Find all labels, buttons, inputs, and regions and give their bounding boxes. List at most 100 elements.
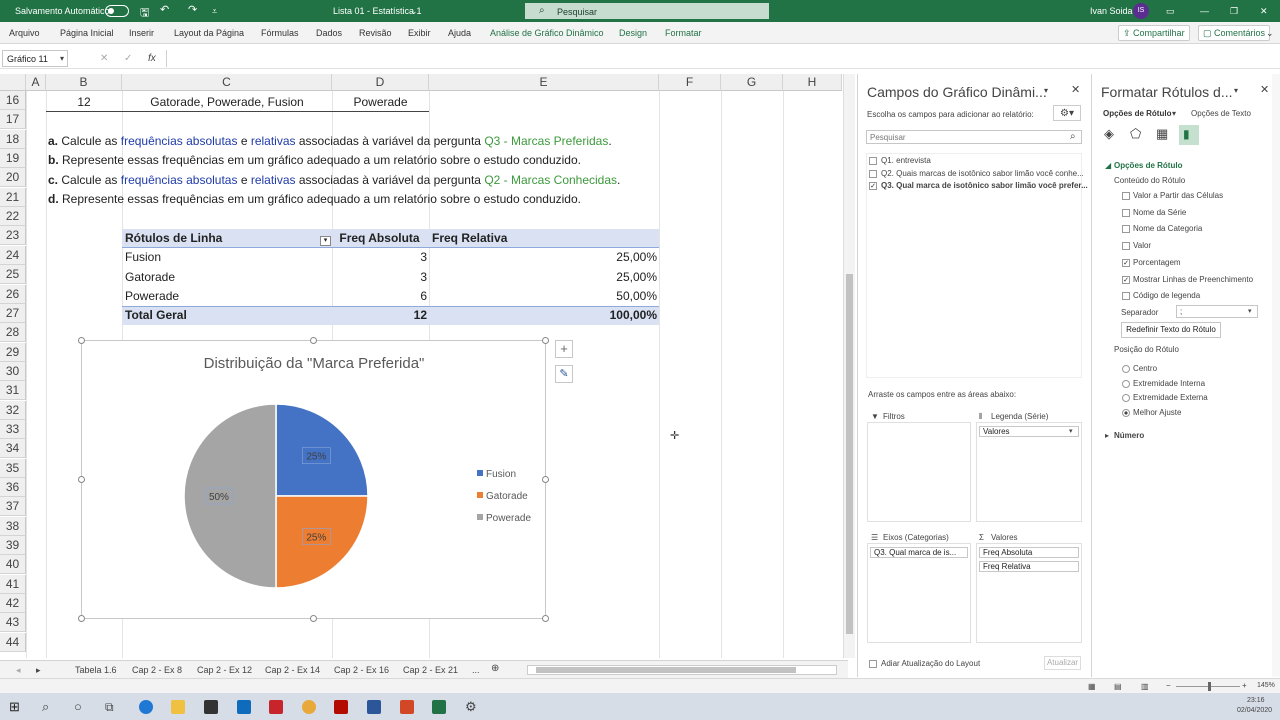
normal-view-icon[interactable]: ▦ <box>1088 682 1096 691</box>
field-label[interactable]: Q2. Quais marcas de isotônico sabor limã… <box>881 169 1084 178</box>
question-d[interactable]: d. Represente essas frequências em um gr… <box>48 190 581 209</box>
position-label[interactable]: Centro <box>1133 364 1157 373</box>
autosave-toggle[interactable] <box>105 5 129 17</box>
row-header[interactable]: 18 <box>0 129 26 149</box>
row-header[interactable]: 20 <box>0 168 26 188</box>
legend-swatch[interactable] <box>477 514 483 520</box>
row-header[interactable]: 30 <box>0 361 26 381</box>
panel-scrollbar[interactable] <box>1272 74 1280 677</box>
row-header[interactable]: 27 <box>0 303 26 323</box>
option-checkbox[interactable]: ✓ <box>1122 258 1130 267</box>
field-checkbox[interactable] <box>869 157 877 165</box>
pivot-chart[interactable]: Distribuição da "Marca Preferida" 25% 25%… <box>81 340 546 619</box>
row-header[interactable]: 33 <box>0 419 26 439</box>
question-a[interactable]: a. Calcule as frequências absolutas e re… <box>48 132 612 151</box>
bar-chart-icon[interactable]: ▮ <box>1179 125 1199 145</box>
values-item[interactable]: Freq Absoluta <box>979 547 1079 558</box>
ribbon-display-icon[interactable]: ▭ <box>1166 6 1175 17</box>
resize-handle[interactable] <box>78 337 85 344</box>
column-header-b[interactable]: B <box>46 74 122 91</box>
position-label[interactable]: Extremidade Externa <box>1133 393 1208 402</box>
tab-dados[interactable]: Dados <box>316 28 342 38</box>
page-layout-icon[interactable]: ▤ <box>1114 682 1122 691</box>
effects-icon[interactable]: ⬠ <box>1130 126 1141 142</box>
row-header[interactable]: 35 <box>0 458 26 478</box>
column-header-a[interactable]: A <box>26 74 46 91</box>
data-label[interactable]: 25% <box>306 452 326 463</box>
position-label[interactable]: Extremidade Interna <box>1133 379 1205 388</box>
formula-input[interactable] <box>170 50 1270 67</box>
pivot-total-label[interactable]: Total Geral <box>125 306 187 325</box>
tab-design[interactable]: Design <box>619 28 647 38</box>
pdf-reader-icon[interactable] <box>269 700 283 714</box>
row-header[interactable]: 42 <box>0 594 26 614</box>
task-view-icon[interactable]: ⧉ <box>105 700 114 715</box>
tab-revisao[interactable]: Revisão <box>359 28 392 38</box>
tab-pagina-inicial[interactable]: Página Inicial <box>60 28 114 38</box>
title-dropdown-icon[interactable]: ⌄ <box>410 6 418 17</box>
tab-analise-grafico[interactable]: Análise de Gráfico Dinâmico <box>490 28 604 38</box>
row-header[interactable]: 29 <box>0 342 26 362</box>
tab-ajuda[interactable]: Ajuda <box>448 28 471 38</box>
pie-group[interactable]: 25% 25% 50% <box>183 403 369 589</box>
defer-update-checkbox[interactable] <box>869 660 877 668</box>
row-header[interactable]: 17 <box>0 110 26 130</box>
option-checkbox[interactable] <box>1122 225 1130 234</box>
pivot-row-abs[interactable]: 3 <box>332 268 427 287</box>
share-button[interactable]: ⇪ Compartilhar <box>1118 25 1190 41</box>
section-title[interactable]: Opções de Rótulo <box>1114 161 1182 170</box>
row-header[interactable]: 31 <box>0 381 26 401</box>
option-checkbox[interactable] <box>1122 192 1130 200</box>
resize-handle[interactable] <box>542 615 549 622</box>
search-icon[interactable]: ⌕ <box>42 699 49 715</box>
sheet-tab[interactable]: Cap 2 - Ex 16 <box>334 665 389 675</box>
row-header[interactable]: 40 <box>0 555 26 575</box>
expand-number-icon[interactable]: ▸ <box>1105 431 1109 440</box>
row-header[interactable]: 36 <box>0 478 26 497</box>
legend-label[interactable]: Fusion <box>486 469 516 480</box>
tab-text-options[interactable]: Opções de Texto <box>1191 109 1251 118</box>
chart-styles-brush-icon[interactable]: ✎ <box>555 365 573 383</box>
panel-close-icon[interactable]: ✕ <box>1071 83 1080 96</box>
option-label[interactable]: Valor a Partir das Células <box>1133 191 1223 200</box>
legend-label[interactable]: Gatorade <box>486 491 528 502</box>
axes-item[interactable]: Q3. Qual marca de is... <box>870 547 968 558</box>
gear-icon[interactable]: ⚙▾ <box>1053 105 1081 121</box>
ribbon-collapse-icon[interactable]: ⌄ <box>1266 28 1274 39</box>
restore-icon[interactable]: ❐ <box>1230 6 1238 17</box>
vertical-scrollbar[interactable] <box>843 74 855 658</box>
row-header[interactable]: 16 <box>0 91 26 110</box>
pivot-filter-icon[interactable]: ▾ <box>320 236 331 246</box>
tab-exibir[interactable]: Exibir <box>408 28 431 38</box>
tab-inserir[interactable]: Inserir <box>129 28 154 38</box>
pivot-total-abs[interactable]: 12 <box>332 306 427 325</box>
chart-title[interactable]: Distribuição da "Marca Preferida" <box>204 355 425 372</box>
cortana-icon[interactable]: ○ <box>74 699 82 714</box>
acrobat-icon[interactable] <box>334 700 348 714</box>
row-header[interactable]: 44 <box>0 632 26 652</box>
fill-icon[interactable]: ◈ <box>1104 126 1114 142</box>
user-name[interactable]: Ivan Soida <box>1090 6 1133 16</box>
option-label[interactable]: Mostrar Linhas de Preenchimento <box>1133 275 1253 284</box>
chrome-icon[interactable] <box>302 700 316 714</box>
name-box-dropdown-icon[interactable]: ▾ <box>60 54 64 63</box>
scroll-thumb[interactable] <box>846 274 853 634</box>
word-icon[interactable] <box>367 700 381 714</box>
tab-arquivo[interactable]: Arquivo <box>9 28 40 38</box>
column-header-d[interactable]: D <box>332 74 429 91</box>
separator-select[interactable]: ; ▾ <box>1176 305 1258 318</box>
avatar[interactable]: IS <box>1133 3 1149 19</box>
resize-handle[interactable] <box>78 615 85 622</box>
cancel-icon[interactable]: ✕ <box>100 53 108 64</box>
comments-button[interactable]: ▢ Comentários <box>1198 25 1271 41</box>
name-box[interactable]: Gráfico 11 <box>2 50 68 67</box>
sheet-prev-icon[interactable]: ◂ <box>16 665 21 676</box>
sheet-tab[interactable]: Cap 2 - Ex 14 <box>265 665 320 675</box>
option-label[interactable]: Nome da Série <box>1133 208 1186 217</box>
data-label[interactable]: 25% <box>306 532 326 543</box>
column-header-f[interactable]: F <box>659 74 721 91</box>
zoom-level[interactable]: 145% <box>1257 682 1275 689</box>
edge-icon[interactable] <box>139 700 153 714</box>
cell-b16[interactable]: 12 <box>46 93 122 112</box>
legend-swatch[interactable] <box>477 470 483 476</box>
